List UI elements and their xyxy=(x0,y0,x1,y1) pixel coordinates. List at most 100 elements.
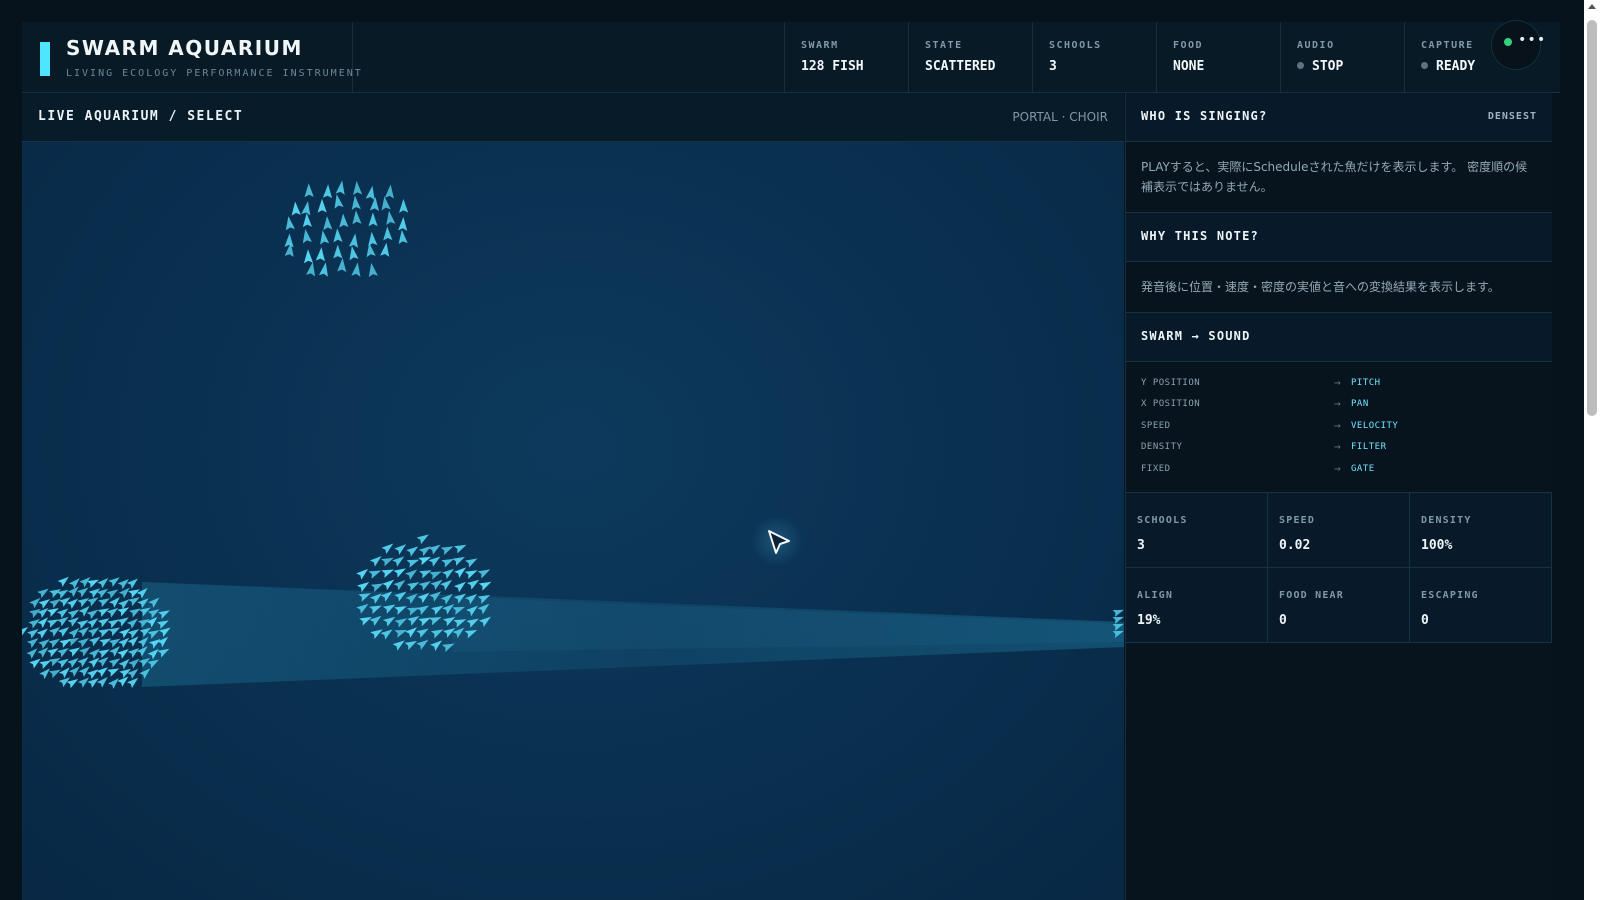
fish-mark xyxy=(108,577,120,587)
fish-mark xyxy=(370,583,384,593)
online-status-icon xyxy=(1504,38,1512,46)
aquarium-mode[interactable]: PORTAL · CHOIR xyxy=(1012,110,1108,124)
brand-accent-bar xyxy=(40,42,50,76)
fish-mark xyxy=(334,194,344,209)
stat-value: SCATTERED xyxy=(925,59,996,74)
fish-mark xyxy=(127,629,140,639)
fish-mark xyxy=(348,233,359,248)
fish-mark xyxy=(394,544,407,555)
fish-mark xyxy=(317,198,327,213)
fish-mark xyxy=(381,543,394,555)
fish-mark xyxy=(352,180,363,196)
fish-mark xyxy=(392,556,405,567)
fish-mark xyxy=(454,567,467,579)
fish-mark xyxy=(368,212,378,227)
fish-mark xyxy=(399,198,409,213)
fish-mark xyxy=(118,599,130,610)
stat-label: FOOD xyxy=(1173,40,1204,51)
metric-value: 0 xyxy=(1421,613,1429,628)
app-title: SWARM AQUARIUM xyxy=(66,36,303,60)
fish-mark xyxy=(77,638,90,648)
fish-mark xyxy=(452,556,465,566)
fish-mark xyxy=(335,180,345,195)
arrow-right-icon: → xyxy=(1334,462,1341,475)
stat-schools: SCHOOLS 3 xyxy=(1032,22,1157,92)
fish-mark xyxy=(77,677,90,688)
fish-mark xyxy=(57,616,69,627)
mapping-row: X POSITION → PAN xyxy=(1141,395,1541,415)
fish-mark xyxy=(98,628,111,638)
fish-mark xyxy=(416,534,429,545)
fish-mark xyxy=(323,216,333,231)
fish-mark xyxy=(57,648,69,658)
stat-label: CAPTURE xyxy=(1421,40,1474,51)
mapping-target: GATE xyxy=(1351,464,1375,474)
fish-mark xyxy=(383,226,393,241)
stat-swarm: SWARM 128 FISH xyxy=(784,22,909,92)
stat-value: 3 xyxy=(1049,59,1057,74)
fish-mark xyxy=(356,568,369,580)
brand-block: SWARM AQUARIUM LIVING ECOLOGY PERFORMANC… xyxy=(22,22,361,92)
fish-mark xyxy=(306,262,316,277)
mapping-list: Y POSITION → PITCH X POSITION → PAN SPEE… xyxy=(1126,362,1552,493)
fish-mark xyxy=(322,184,333,199)
more-horizontal-icon[interactable]: ••• xyxy=(1518,32,1546,48)
fish-mark xyxy=(339,213,349,228)
audio-state: STOP xyxy=(1312,59,1344,74)
stat-label: SWARM xyxy=(801,40,839,51)
fish-mark xyxy=(406,582,420,592)
fish-mark xyxy=(68,666,80,677)
fish-mark xyxy=(337,258,347,273)
fish-mark xyxy=(406,559,420,568)
metric-value: 3 xyxy=(1137,538,1145,553)
fish-mark xyxy=(453,581,466,593)
mapping-row: SPEED → VELOCITY xyxy=(1141,417,1541,437)
metric-label: SCHOOLS xyxy=(1137,515,1188,526)
metric-label: ESCAPING xyxy=(1421,590,1479,601)
fish-mark xyxy=(406,546,419,557)
scroll-up-arrow-icon[interactable] xyxy=(1588,4,1596,9)
mapping-source: SPEED xyxy=(1141,421,1171,431)
fish-mark xyxy=(127,677,139,689)
fish-mark xyxy=(453,544,467,554)
fish-mark xyxy=(107,619,120,629)
section-title: WHO IS SINGING? xyxy=(1141,109,1268,123)
fish-mark xyxy=(382,579,395,591)
fish-mark xyxy=(333,228,343,243)
metric-label: SPEED xyxy=(1279,515,1316,526)
fish-mark xyxy=(418,581,431,591)
metric-speed: SPEED 0.02 xyxy=(1268,493,1410,568)
fish-mark xyxy=(66,598,79,609)
app-frame: SWARM AQUARIUM LIVING ECOLOGY PERFORMANC… xyxy=(22,22,1560,900)
page-scrollbar[interactable] xyxy=(1584,0,1600,900)
fish-mark xyxy=(56,589,69,599)
fish-mark xyxy=(441,568,455,580)
fish-mark xyxy=(106,589,119,599)
fish-mark xyxy=(97,649,110,658)
fish-mark xyxy=(440,579,453,591)
aquarium-canvas[interactable] xyxy=(22,142,1124,900)
scrollbar-thumb[interactable] xyxy=(1587,20,1597,416)
fish-mark xyxy=(369,196,380,211)
mapping-target: VELOCITY xyxy=(1351,421,1399,431)
mapping-source: X POSITION xyxy=(1141,399,1201,409)
fish-mark xyxy=(29,597,41,609)
densest-toggle[interactable]: DENSEST xyxy=(1488,111,1537,122)
app-subtitle: LIVING ECOLOGY PERFORMANCE INSTRUMENT xyxy=(66,68,363,79)
fish-mark xyxy=(36,628,48,639)
fish-mark xyxy=(285,216,295,231)
fish-mark xyxy=(398,229,408,245)
fish-mark xyxy=(303,249,314,264)
who-singing-body: PLAYすると、実際にScheduleされた魚だけを表示します。 密度順の候補表… xyxy=(1126,142,1552,213)
fish-mark xyxy=(418,546,431,557)
fish-mark xyxy=(380,242,390,257)
fish-mark xyxy=(48,658,61,667)
stat-audio[interactable]: AUDIO STOP xyxy=(1280,22,1405,92)
aquarium-scene[interactable] xyxy=(22,142,1124,900)
arrow-right-icon: → xyxy=(1334,397,1341,410)
aquarium-title: LIVE AQUARIUM / SELECT xyxy=(38,109,244,124)
mapping-source: DENSITY xyxy=(1141,442,1183,452)
metric-value: 100% xyxy=(1421,538,1453,553)
fish-mark xyxy=(57,627,70,637)
who-singing-header: WHO IS SINGING? DENSEST xyxy=(1126,93,1552,142)
